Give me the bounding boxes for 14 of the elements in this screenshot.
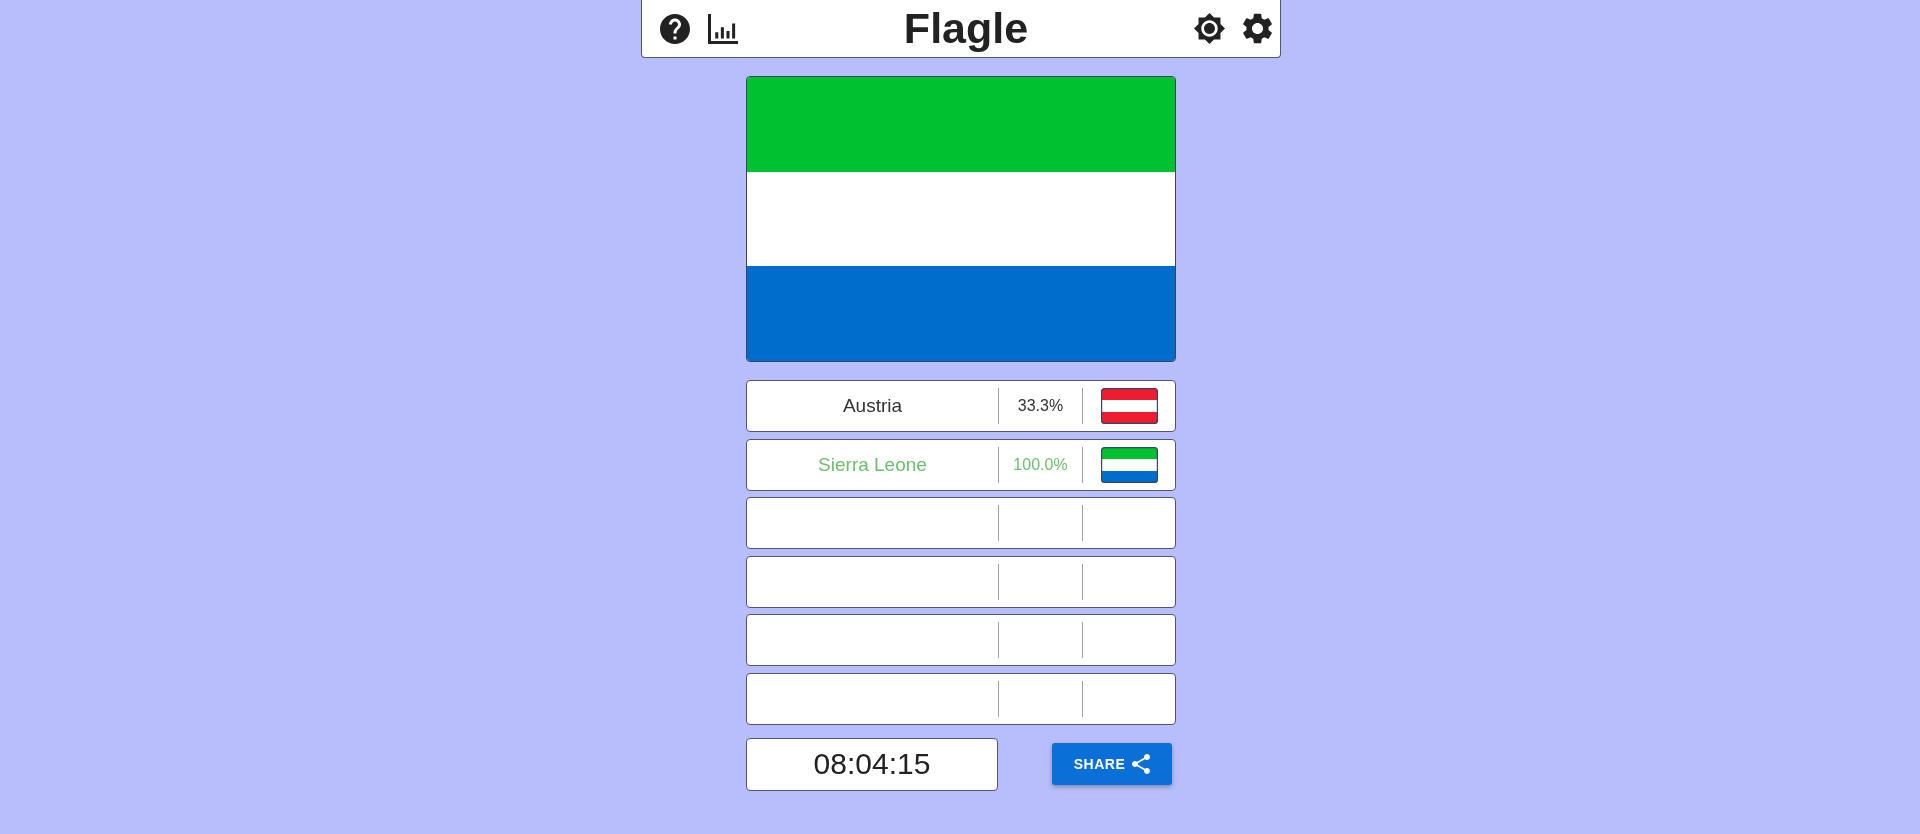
flag-icon xyxy=(1100,388,1158,424)
country-name: Sierra Leone xyxy=(818,453,927,476)
bar-chart-icon[interactable] xyxy=(708,13,738,44)
share-button[interactable]: SHARE xyxy=(1052,743,1172,786)
countdown-timer: 08:04:15 xyxy=(746,737,998,791)
settings-icon[interactable] xyxy=(1243,13,1272,44)
sun-icon[interactable] xyxy=(1194,13,1225,44)
share-icon xyxy=(1132,754,1151,775)
country-name: Austria xyxy=(842,395,903,417)
app-title: Flagle xyxy=(903,7,1029,50)
percentage: 33.3% xyxy=(1017,397,1064,415)
percentage: 100.0% xyxy=(1013,455,1068,474)
help-icon[interactable] xyxy=(660,13,690,44)
flag-icon xyxy=(1100,446,1158,483)
